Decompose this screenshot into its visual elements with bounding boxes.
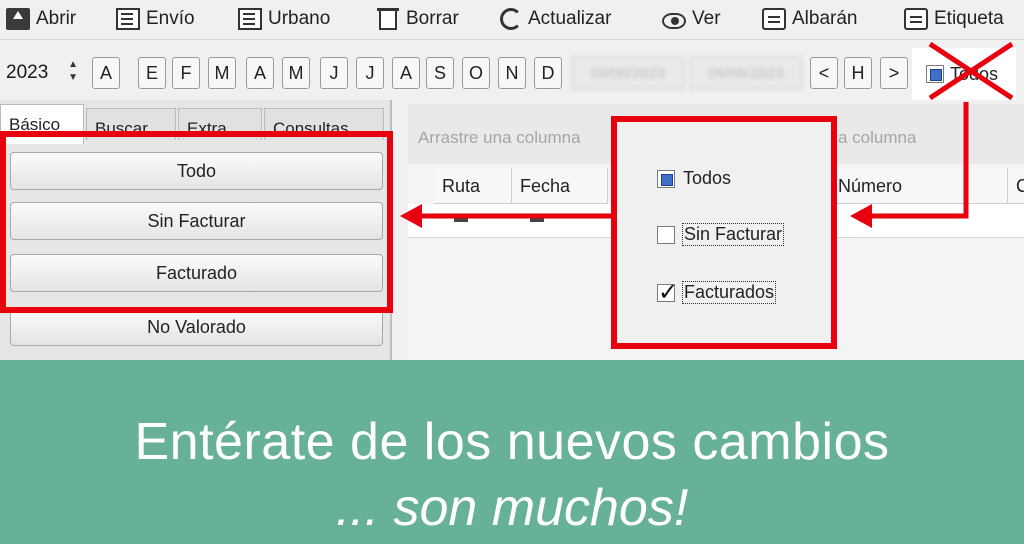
- arrow-head-icon: [400, 204, 422, 228]
- banner-headline: Entérate de los nuevos cambios: [134, 413, 890, 471]
- arrow-head-icon: [850, 204, 872, 228]
- arrow-line: [868, 102, 969, 219]
- promo-banner: Entérate de los nuevos cambios ... son m…: [0, 360, 1024, 544]
- banner-subline: ... son muchos!: [335, 479, 689, 537]
